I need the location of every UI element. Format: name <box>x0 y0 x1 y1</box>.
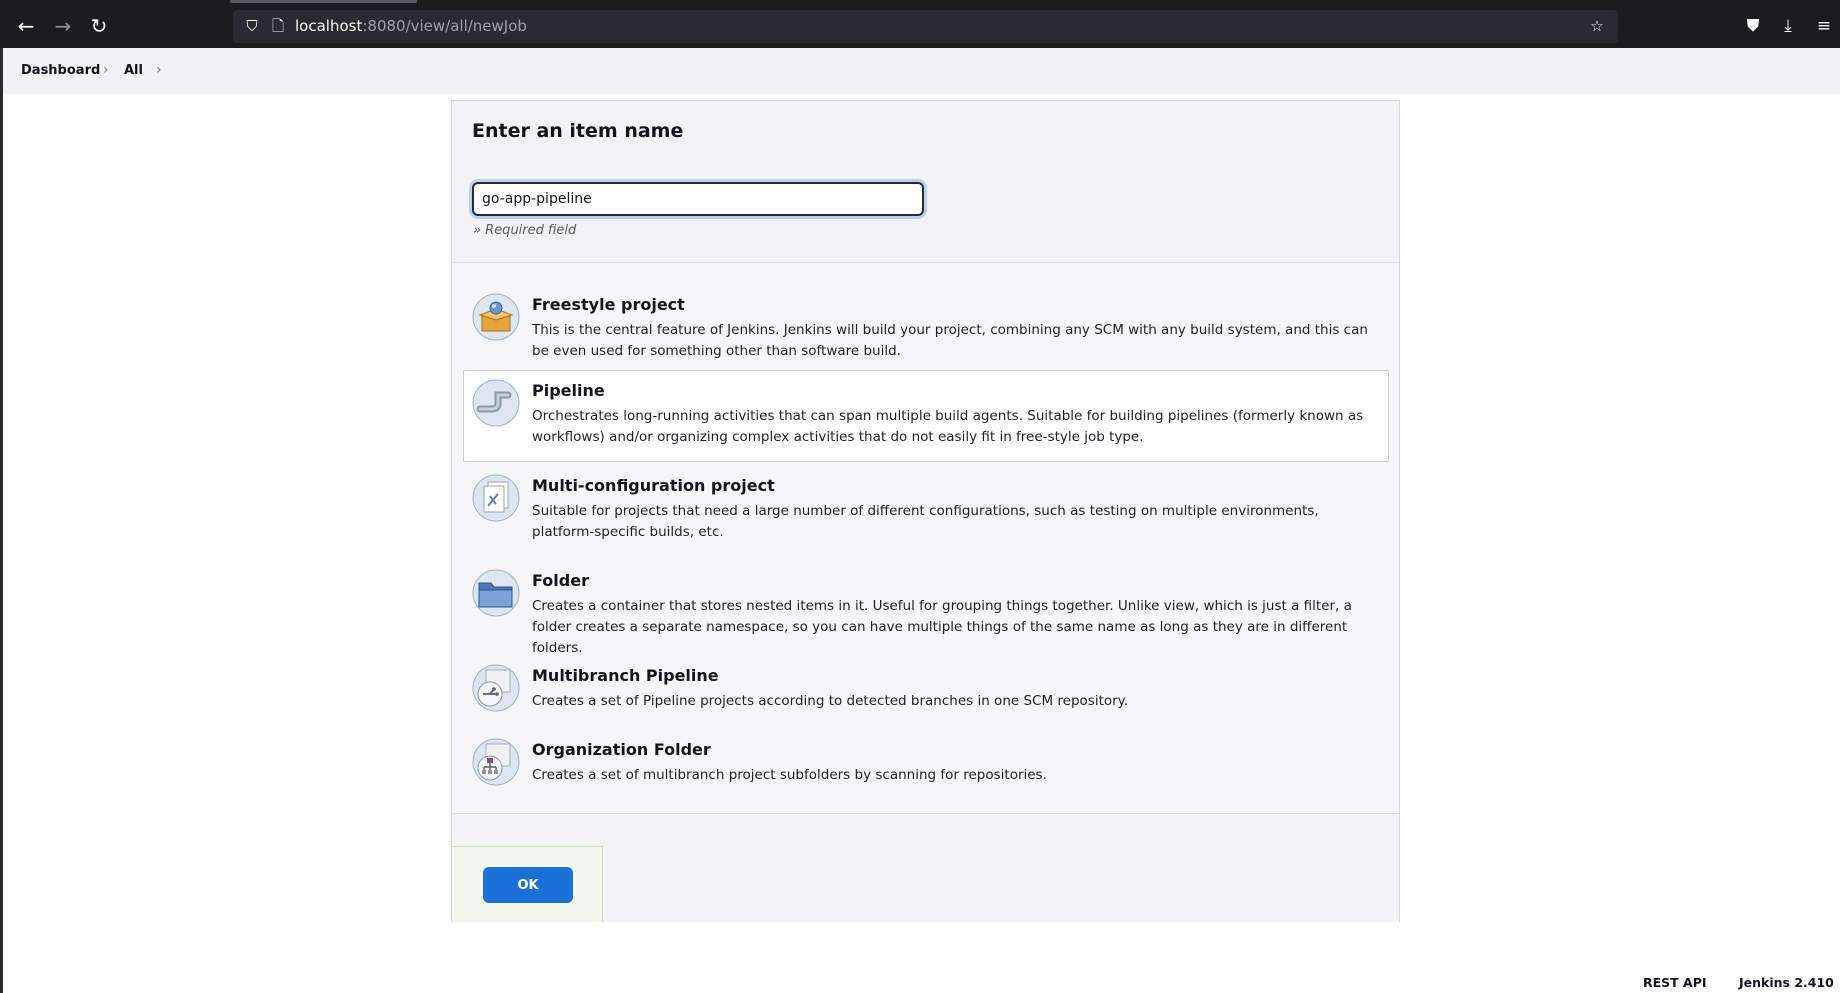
downloads-icon[interactable]: ⤓ <box>1774 12 1802 40</box>
item-type-title: Freestyle project <box>532 295 685 314</box>
new-item-form: Enter an item name » Required field Free… <box>451 100 1400 922</box>
breadcrumb-all[interactable]: All <box>124 48 143 94</box>
item-type-title: Folder <box>532 571 589 590</box>
freestyle-package-icon <box>472 293 520 341</box>
ok-button[interactable]: OK <box>483 867 573 903</box>
browser-toolbar: ← → ↻ ⛉ 🗋 localhost:8080/view/all/newJob… <box>0 0 1840 48</box>
url-text[interactable]: localhost:8080/view/all/newJob <box>295 10 527 43</box>
url-host: localhost <box>295 17 363 35</box>
item-type-title: Multibranch Pipeline <box>532 666 719 685</box>
forward-arrow-icon[interactable]: → <box>49 12 77 40</box>
item-type-description: Orchestrates long-running activities tha… <box>532 408 1364 445</box>
page-icon: 🗋 <box>271 17 285 35</box>
item-name-input[interactable] <box>472 182 924 216</box>
address-bar[interactable]: ⛉ 🗋 localhost:8080/view/all/newJob ☆ <box>233 10 1618 43</box>
folder-icon <box>472 569 520 617</box>
item-type-title: Pipeline <box>532 381 605 400</box>
form-footer: OK <box>452 813 1399 922</box>
pocket-icon[interactable]: ⛊ <box>1739 12 1767 40</box>
item-type-multibranch-pipeline[interactable]: Multibranch Pipeline Creates a set of Pi… <box>463 655 1389 725</box>
menu-icon[interactable]: ≡ <box>1810 12 1838 40</box>
item-type-title: Organization Folder <box>532 740 711 759</box>
multibranch-icon <box>472 664 520 712</box>
item-type-description: Creates a set of Pipeline projects accor… <box>532 693 1129 709</box>
item-type-title: Multi-configuration project <box>532 476 775 495</box>
active-tab-indicator <box>230 0 417 3</box>
item-type-pipeline[interactable]: Pipeline Orchestrates long-running activ… <box>463 370 1389 462</box>
item-type-description: This is the central feature of Jenkins. … <box>532 322 1368 359</box>
chevron-right-icon: › <box>103 62 109 78</box>
url-path: :8080/view/all/newJob <box>362 17 527 35</box>
organization-folder-icon <box>472 738 520 786</box>
chevron-right-icon[interactable]: › <box>156 48 162 94</box>
item-type-description: Creates a set of multibranch project sub… <box>532 767 1047 783</box>
required-field-note: » Required field <box>473 223 577 238</box>
page-title: Enter an item name <box>472 120 684 142</box>
item-type-folder[interactable]: Folder Creates a container that stores n… <box>463 560 1389 656</box>
item-type-organization-folder[interactable]: Organization Folder Creates a set of mul… <box>463 729 1389 799</box>
back-arrow-icon[interactable]: ← <box>12 12 40 40</box>
breadcrumb-dashboard[interactable]: Dashboard <box>21 48 100 94</box>
jenkins-version-link[interactable]: Jenkins 2.410 <box>1739 975 1834 990</box>
shield-icon[interactable]: ⛉ <box>241 10 263 43</box>
left-window-edge <box>0 48 3 993</box>
bookmark-star-icon[interactable]: ☆ <box>1586 10 1608 43</box>
item-type-description: Suitable for projects that need a large … <box>532 503 1319 540</box>
pipe-icon <box>472 379 520 427</box>
item-name-section: Enter an item name » Required field <box>452 101 1399 263</box>
ok-button-container: OK <box>452 846 603 922</box>
rest-api-link[interactable]: REST API <box>1643 975 1707 990</box>
reload-icon[interactable]: ↻ <box>85 12 113 40</box>
breadcrumb: Dashboard › All › <box>3 48 1840 94</box>
item-type-description: Creates a container that stores nested i… <box>532 598 1352 656</box>
item-type-multi-configuration[interactable]: Multi-configuration project Suitable for… <box>463 465 1389 555</box>
multi-config-icon <box>472 474 520 522</box>
item-type-freestyle[interactable]: Freestyle project This is the central fe… <box>463 284 1389 374</box>
